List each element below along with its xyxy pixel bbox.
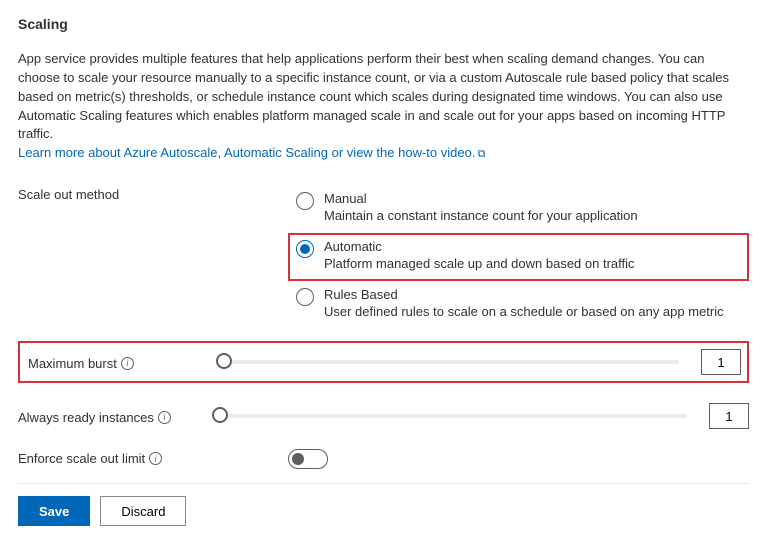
- learn-more-link[interactable]: Learn more about Azure Autoscale, Automa…: [18, 145, 485, 160]
- external-link-icon: ⧉: [477, 147, 485, 163]
- scale-out-method-label: Scale out method: [18, 185, 288, 202]
- radio-label-automatic: Automatic: [324, 239, 635, 254]
- button-row: Save Discard: [18, 496, 749, 526]
- enforce-limit-label: Enforce scale out limit: [18, 451, 145, 466]
- maximum-burst-label: Maximum burst: [28, 356, 117, 371]
- always-ready-label: Always ready instances: [18, 410, 154, 425]
- scaling-description: App service provides multiple features t…: [18, 50, 749, 163]
- radio-label-manual: Manual: [324, 191, 638, 206]
- description-text: App service provides multiple features t…: [18, 51, 729, 141]
- save-button[interactable]: Save: [18, 496, 90, 526]
- toggle-thumb: [292, 453, 304, 465]
- maximum-burst-row: Maximum burst i: [18, 341, 749, 383]
- always-ready-label-col: Always ready instances i: [18, 408, 198, 425]
- radio-desc-automatic: Platform managed scale up and down based…: [324, 256, 635, 271]
- page-title: Scaling: [18, 16, 749, 32]
- divider: [18, 483, 749, 484]
- info-icon[interactable]: i: [121, 357, 134, 370]
- slider-track: [220, 414, 687, 418]
- enforce-limit-label-col: Enforce scale out limit i: [18, 449, 288, 466]
- always-ready-row: Always ready instances i: [18, 397, 749, 435]
- radio-desc-manual: Maintain a constant instance count for y…: [324, 208, 638, 223]
- info-icon[interactable]: i: [149, 452, 162, 465]
- radio-icon: [296, 288, 314, 306]
- radio-option-rules[interactable]: Rules Based User defined rules to scale …: [288, 281, 749, 329]
- radio-icon: [296, 192, 314, 210]
- learn-more-text: Learn more about Azure Autoscale, Automa…: [18, 145, 475, 160]
- always-ready-input[interactable]: [709, 403, 749, 429]
- maximum-burst-slider[interactable]: [214, 360, 689, 364]
- radio-icon: [296, 240, 314, 258]
- radio-option-manual[interactable]: Manual Maintain a constant instance coun…: [288, 185, 749, 233]
- discard-button[interactable]: Discard: [100, 496, 186, 526]
- scale-out-method-group: Manual Maintain a constant instance coun…: [288, 185, 749, 329]
- enforce-limit-row: Enforce scale out limit i: [18, 449, 749, 469]
- slider-thumb[interactable]: [216, 353, 232, 369]
- radio-label-rules: Rules Based: [324, 287, 724, 302]
- slider-thumb[interactable]: [212, 407, 228, 423]
- always-ready-slider[interactable]: [210, 414, 697, 418]
- radio-option-automatic[interactable]: Automatic Platform managed scale up and …: [288, 233, 749, 281]
- slider-track: [224, 360, 679, 364]
- maximum-burst-input[interactable]: [701, 349, 741, 375]
- maximum-burst-label-col: Maximum burst i: [22, 354, 202, 371]
- info-icon[interactable]: i: [158, 411, 171, 424]
- enforce-limit-toggle[interactable]: [288, 449, 328, 469]
- scale-out-method-row: Scale out method Manual Maintain a const…: [18, 185, 749, 329]
- enforce-limit-control: [288, 449, 749, 469]
- radio-desc-rules: User defined rules to scale on a schedul…: [324, 304, 724, 319]
